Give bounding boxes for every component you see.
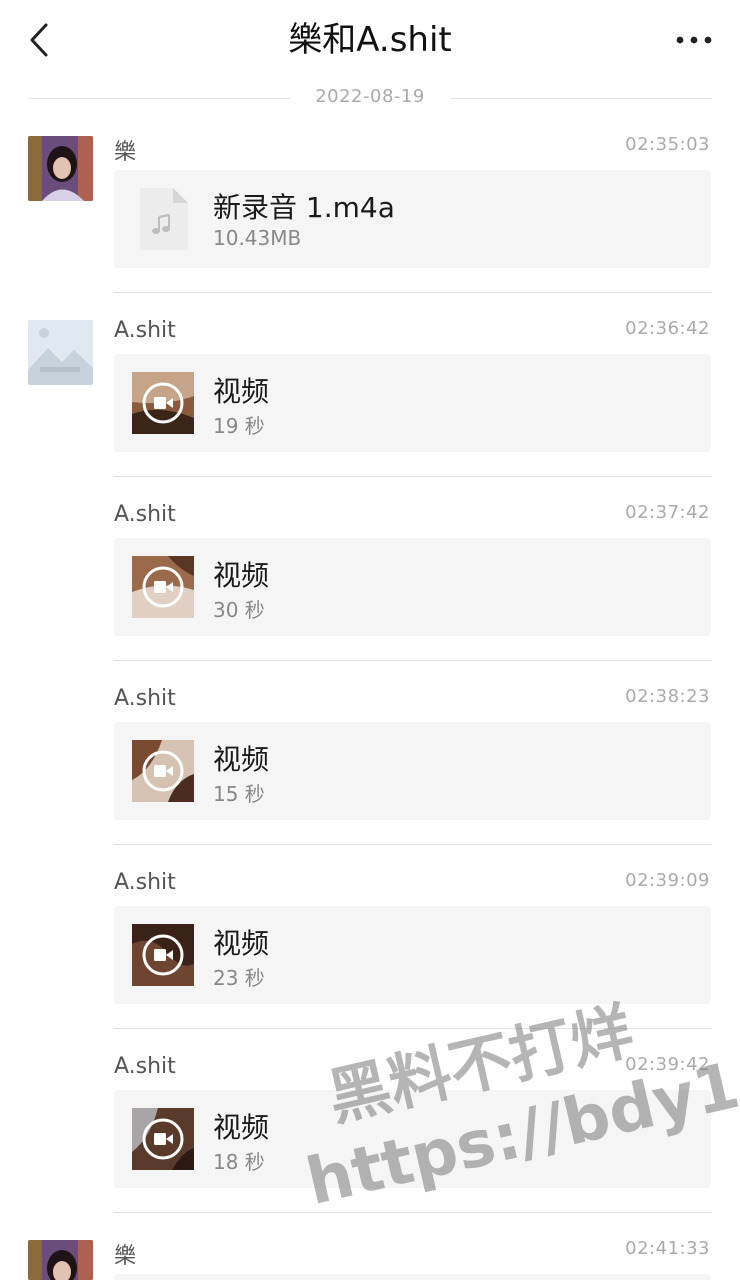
date-separator: 2022-08-19 — [28, 84, 712, 114]
video-card[interactable]: 视频 18 秒 — [114, 1090, 711, 1188]
chat-header: 樂和A.shit — [0, 0, 740, 80]
more-button[interactable] — [672, 26, 716, 54]
message-time: 02:37:42 — [625, 502, 710, 523]
video-thumbnail — [132, 740, 194, 802]
message-time: 02:36:42 — [625, 318, 710, 339]
avatar[interactable] — [28, 136, 93, 201]
message-time: 02:39:09 — [625, 870, 710, 891]
video-duration: 30 秒 — [213, 598, 265, 622]
message-divider — [114, 844, 711, 845]
sender-name: A.shit — [114, 502, 176, 527]
more-dots-icon — [676, 36, 712, 44]
video-label: 视频 — [213, 743, 270, 776]
message-item: A.shit 02:39:09 视频 23 秒 — [0, 870, 740, 1020]
message-time: 02:41:33 — [625, 1238, 710, 1259]
sender-name: A.shit — [114, 870, 176, 895]
video-card[interactable]: 视频 23 秒 — [114, 906, 711, 1004]
file-size: 10.43MB — [213, 226, 302, 250]
video-duration: 15 秒 — [213, 782, 265, 806]
message-item: A.shit 02:38:23 视频 15 秒 — [0, 686, 740, 836]
message-time: 02:35:03 — [625, 134, 710, 155]
message-time: 02:39:42 — [625, 1054, 710, 1075]
message-time: 02:38:23 — [625, 686, 710, 707]
message-item: A.shit 02:36:42 视频 19 秒 — [0, 318, 740, 468]
avatar[interactable] — [28, 320, 93, 385]
sender-name: 樂 — [114, 140, 137, 165]
message-divider — [114, 1028, 711, 1029]
file-card[interactable]: 新录音 1.m4a 10.43MB — [114, 170, 711, 268]
date-separator-line — [450, 98, 712, 99]
video-thumbnail — [132, 372, 194, 434]
message-divider — [114, 660, 711, 661]
video-duration: 19 秒 — [213, 414, 265, 438]
video-card[interactable]: 视频 19 秒 — [114, 354, 711, 452]
message-card[interactable] — [114, 1274, 711, 1280]
video-label: 视频 — [213, 1111, 270, 1144]
page-title: 樂和A.shit — [288, 20, 452, 60]
video-camera-icon — [154, 1133, 166, 1145]
file-name: 新录音 1.m4a — [213, 191, 395, 224]
message-item: 樂 02:41:33 — [0, 1238, 740, 1280]
message-divider — [114, 476, 711, 477]
sender-name: A.shit — [114, 686, 176, 711]
video-camera-icon — [154, 765, 166, 777]
message-divider — [114, 1212, 711, 1213]
video-duration: 18 秒 — [213, 1150, 265, 1174]
video-duration: 23 秒 — [213, 966, 265, 990]
video-camera-icon — [154, 581, 166, 593]
audio-file-icon — [140, 188, 188, 250]
sender-name: A.shit — [114, 318, 176, 343]
video-label: 视频 — [213, 559, 270, 592]
video-thumbnail — [132, 924, 194, 986]
message-divider — [114, 292, 711, 293]
video-label: 视频 — [213, 375, 270, 408]
video-camera-icon — [154, 949, 166, 961]
video-card[interactable]: 视频 30 秒 — [114, 538, 711, 636]
avatar[interactable] — [28, 1240, 93, 1280]
video-thumbnail — [132, 556, 194, 618]
message-item: A.shit 02:37:42 视频 30 秒 — [0, 502, 740, 652]
message-item: A.shit 02:39:42 视频 18 秒 — [0, 1054, 740, 1204]
video-camera-icon — [154, 397, 166, 409]
video-card[interactable]: 视频 15 秒 — [114, 722, 711, 820]
message-item: 樂 02:35:03 新录音 1.m4a 10.43MB — [0, 134, 740, 284]
date-separator-text: 2022-08-19 — [315, 86, 425, 107]
video-thumbnail — [132, 1108, 194, 1170]
sender-name: A.shit — [114, 1054, 176, 1079]
sender-name: 樂 — [114, 1244, 137, 1269]
video-label: 视频 — [213, 927, 270, 960]
